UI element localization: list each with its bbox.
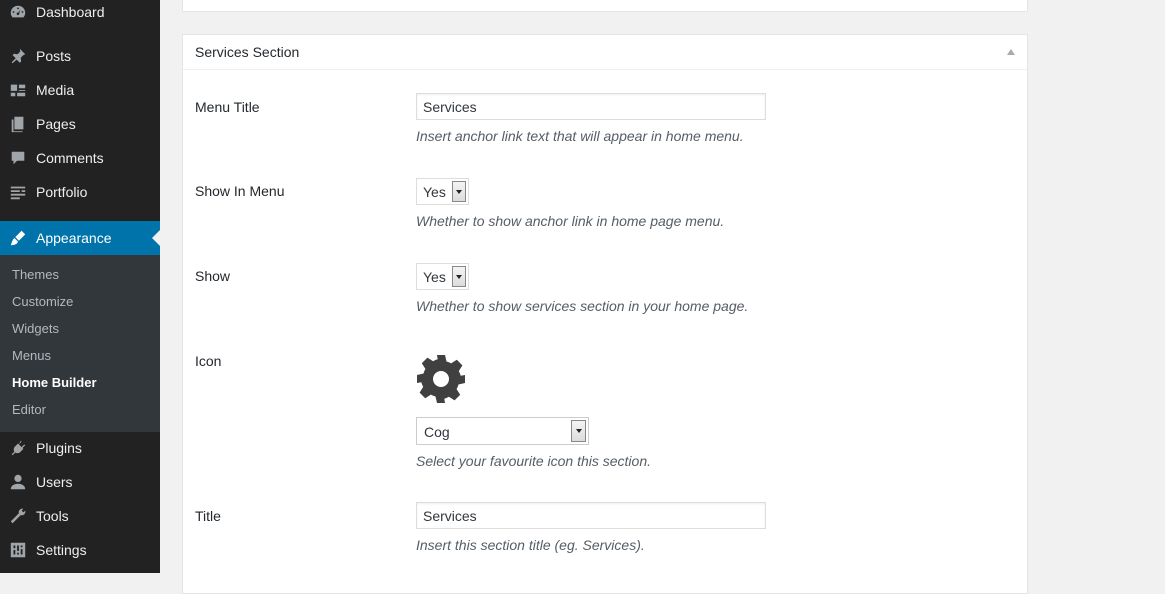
pages-icon [8,114,28,134]
submenu-item-menus[interactable]: Menus [12,348,51,363]
sidebar-item-label: Pages [36,116,76,132]
previous-postbox [182,0,1028,12]
submenu-item-customize[interactable]: Customize [12,294,73,309]
icon-select-value: Cog [424,424,450,440]
title-description: Insert this section title (eg. Services)… [416,537,645,553]
title-input[interactable] [416,502,766,529]
sidebar-item-users[interactable]: Users [0,465,160,499]
sidebar-item-comments[interactable]: Comments [0,141,160,175]
sidebar-item-portfolio[interactable]: Portfolio [0,175,160,209]
show-value: Yes [423,269,446,285]
show-in-menu-label: Show In Menu [195,183,285,199]
postbox-header[interactable]: Services Section [183,35,1027,70]
sidebar-item-label: Plugins [36,440,82,456]
sidebar-item-plugins[interactable]: Plugins [0,431,160,465]
menu-title-description: Insert anchor link text that will appear… [416,128,744,144]
sidebar-item-posts[interactable]: Posts [0,39,160,73]
show-in-menu-value: Yes [423,184,446,200]
menu-title-input[interactable] [416,93,766,120]
sidebar-item-label: Dashboard [36,4,105,20]
show-in-menu-description: Whether to show anchor link in home page… [416,213,725,229]
sidebar-item-settings[interactable]: Settings [0,533,160,567]
cog-icon [415,353,467,405]
sidebar-item-label: Comments [36,150,104,166]
icon-label: Icon [195,353,222,369]
pin-icon [8,46,28,66]
sidebar-item-tools[interactable]: Tools [0,499,160,533]
sidebar-item-label: Settings [36,542,87,558]
settings-icon [8,540,28,560]
sidebar-item-label: Posts [36,48,72,64]
submenu-item-editor[interactable]: Editor [12,402,46,417]
media-icon [8,80,28,100]
sidebar-item-media[interactable]: Media [0,73,160,107]
brush-icon [8,228,28,248]
title-label: Title [195,508,221,524]
plug-icon [8,438,28,458]
dropdown-arrow-icon[interactable] [571,420,586,442]
dashboard-icon [8,2,28,22]
wrench-icon [8,506,28,526]
sidebar-item-label: Tools [36,508,69,524]
show-description: Whether to show services section in your… [416,298,749,314]
dropdown-arrow-icon[interactable] [452,181,466,202]
sidebar-item-pages[interactable]: Pages [0,107,160,141]
dropdown-arrow-icon[interactable] [452,266,466,287]
sidebar-item-appearance[interactable]: Appearance [0,221,160,255]
show-select[interactable]: Yes [416,263,469,290]
appearance-submenu: Themes Customize Widgets Menus Home Buil… [0,255,160,432]
icon-description: Select your favourite icon this section. [416,453,652,469]
icon-select[interactable]: Cog [416,417,589,445]
show-label: Show [195,268,231,284]
portfolio-icon [8,182,28,202]
postbox-title: Services Section [195,44,300,60]
submenu-item-themes[interactable]: Themes [12,267,59,282]
active-indicator [152,230,160,246]
sidebar-item-dashboard[interactable]: Dashboard [0,0,160,29]
comment-icon [8,148,28,168]
submenu-item-widgets[interactable]: Widgets [12,321,59,336]
menu-title-label: Menu Title [195,99,260,115]
sidebar-item-label: Users [36,474,73,490]
user-icon [8,472,28,492]
sidebar-item-label: Appearance [36,230,112,246]
show-in-menu-select[interactable]: Yes [416,178,469,205]
sidebar-item-label: Media [36,82,75,98]
admin-sidebar: Dashboard Posts Media Pages Comments Por… [0,0,160,573]
sidebar-item-label: Portfolio [36,184,88,200]
collapse-arrow-icon[interactable] [1007,49,1015,55]
submenu-item-home-builder[interactable]: Home Builder [12,375,97,390]
